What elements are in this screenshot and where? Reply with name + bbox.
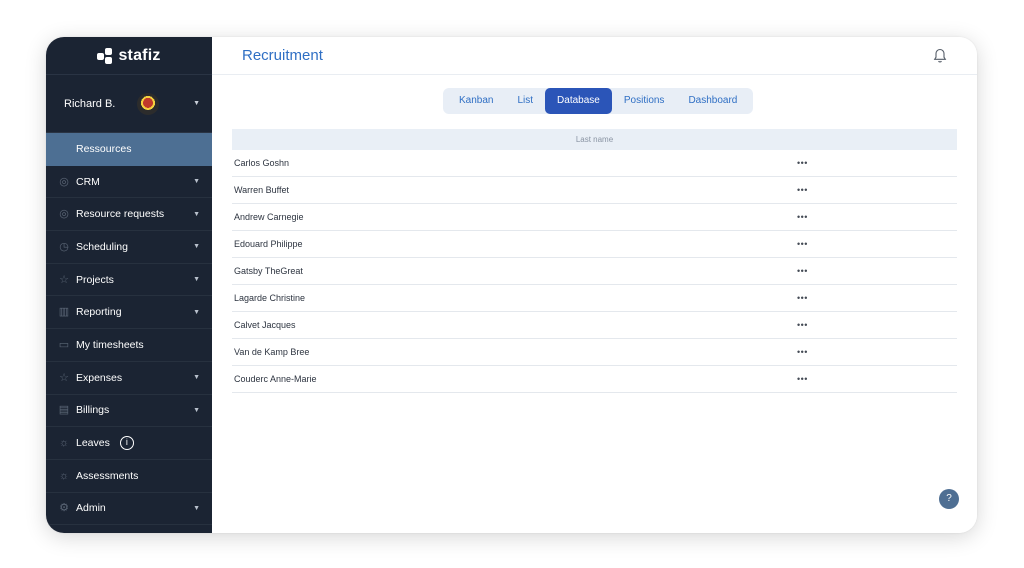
bell-icon[interactable] [933, 48, 947, 64]
sidebar-item-label: Leaves [76, 437, 110, 450]
chevron-down-icon: ▼ [193, 276, 200, 284]
tab-positions[interactable]: Positions [612, 88, 677, 114]
sun-icon: ☼ [58, 437, 70, 450]
table-row[interactable]: Warren Buffet ••• [232, 177, 957, 204]
chevron-down-icon: ▼ [193, 374, 200, 382]
tab-kanban[interactable]: Kanban [447, 88, 505, 114]
app-window: stafiz Richard B. ▼ Ressources ◎ CRM ▼ ◎ Reso… [46, 37, 977, 533]
tab-database[interactable]: Database [545, 88, 612, 114]
more-options-icon[interactable]: ••• [797, 212, 808, 222]
table-row[interactable]: Calvet Jacques ••• [232, 312, 957, 339]
more-options-icon[interactable]: ••• [797, 185, 808, 195]
table-row[interactable]: Lagarde Christine ••• [232, 285, 957, 312]
candidate-name[interactable]: Carlos Goshn [234, 158, 289, 168]
user-menu[interactable]: Richard B. ▼ [46, 75, 212, 133]
candidate-name[interactable]: Lagarde Christine [234, 293, 305, 303]
bar-chart-icon: ▥ [58, 306, 70, 319]
sidebar-item-admin[interactable]: ⚙ Admin ▼ [46, 493, 212, 526]
tab-list[interactable]: List [505, 88, 545, 114]
sidebar-item-ressources[interactable]: Ressources [46, 133, 212, 166]
more-options-icon[interactable]: ••• [797, 158, 808, 168]
page-title: Recruitment [242, 47, 323, 64]
chevron-down-icon: ▼ [193, 100, 200, 107]
candidate-name[interactable]: Calvet Jacques [234, 320, 296, 330]
sidebar: stafiz Richard B. ▼ Ressources ◎ CRM ▼ ◎ Reso… [46, 37, 212, 533]
top-bar: Recruitment [212, 37, 977, 75]
table-row[interactable]: Edouard Philippe ••• [232, 231, 957, 258]
document-icon: ▤ [58, 404, 70, 417]
chevron-down-icon: ▼ [193, 504, 200, 512]
chevron-down-icon: ▼ [193, 210, 200, 218]
more-options-icon[interactable]: ••• [797, 347, 808, 357]
table-body: Carlos Goshn ••• Warren Buffet ••• Andrew Ca… [232, 150, 957, 393]
people-icon [58, 143, 70, 155]
sidebar-item-resource-requests[interactable]: ◎ Resource requests ▼ [46, 198, 212, 232]
chevron-down-icon: ▼ [193, 243, 200, 251]
view-tabs: Kanban List Database Positions Dashboard [443, 88, 754, 114]
star-icon: ☆ [59, 273, 69, 286]
candidate-name[interactable]: Gatsby TheGreat [234, 266, 303, 276]
gear-icon: ⚙ [59, 502, 69, 515]
main-content: Recruitment Kanban List Database Positions D… [212, 37, 977, 533]
sidebar-item-label: Projects [76, 273, 114, 286]
more-options-icon[interactable]: ••• [797, 266, 808, 276]
clock-icon: ◷ [59, 240, 69, 253]
sidebar-item-billings[interactable]: ▤ Billings ▼ [46, 395, 212, 428]
avatar [137, 92, 160, 115]
tab-dashboard[interactable]: Dashboard [676, 88, 749, 114]
sidebar-item-reporting[interactable]: ▥ Reporting ▼ [46, 296, 212, 330]
column-header-last-name[interactable]: Last name [232, 129, 957, 150]
user-circle-icon: ◎ [59, 175, 69, 188]
sidebar-item-label: Expenses [76, 371, 123, 384]
sidebar-nav: Ressources ◎ CRM ▼ ◎ Resource requests ▼ ◷ Sched… [46, 133, 212, 533]
more-options-icon[interactable]: ••• [797, 374, 808, 384]
candidate-name[interactable]: Van de Kamp Bree [234, 347, 309, 357]
sidebar-item-assessments[interactable]: ☼ Assessments [46, 460, 212, 493]
more-options-icon[interactable]: ••• [797, 320, 808, 330]
sidebar-item-scheduling[interactable]: ◷ Scheduling ▼ [46, 231, 212, 264]
sidebar-item-label: Billings [76, 404, 110, 417]
logo[interactable]: stafiz [46, 37, 212, 75]
sidebar-item-label: My timesheets [76, 338, 144, 351]
sidebar-item-leaves[interactable]: ☼ Leaves i [46, 427, 212, 460]
table-row[interactable]: Couderc Anne-Marie ••• [232, 366, 957, 393]
brand-name: stafiz [118, 46, 161, 64]
sidebar-item-label: Scheduling [76, 240, 128, 253]
sidebar-item-expenses[interactable]: ☆ Expenses ▼ [46, 362, 212, 395]
sidebar-item-projects[interactable]: ☆ Projects ▼ [46, 264, 212, 297]
sidebar-item-crm[interactable]: ◎ CRM ▼ [46, 166, 212, 199]
sidebar-item-label: Resource requests [76, 208, 165, 221]
info-icon[interactable]: i [119, 436, 134, 451]
chevron-down-icon: ▼ [193, 178, 200, 186]
candidate-name[interactable]: Andrew Carnegie [234, 212, 304, 222]
candidate-name[interactable]: Warren Buffet [234, 185, 289, 195]
candidates-table: Last name Carlos Goshn ••• Warren Buffet ••… [232, 129, 957, 393]
sidebar-item-label: Ressources [76, 142, 132, 155]
help-button[interactable]: ? [939, 489, 959, 509]
sidebar-item-label: Assessments [76, 469, 139, 482]
sidebar-item-label: CRM [76, 175, 100, 188]
sidebar-item-label: Admin [76, 502, 106, 515]
sidebar-item-label: Reporting [76, 306, 122, 319]
stafiz-logo-icon [97, 47, 113, 64]
candidate-name[interactable]: Couderc Anne-Marie [234, 374, 317, 384]
calendar-icon: ▭ [58, 338, 70, 351]
table-row[interactable]: Carlos Goshn ••• [232, 150, 957, 177]
chevron-down-icon: ▼ [193, 406, 200, 414]
more-options-icon[interactable]: ••• [797, 239, 808, 249]
chevron-down-icon: ▼ [193, 308, 200, 316]
user-name: Richard B. [64, 97, 116, 110]
more-options-icon[interactable]: ••• [797, 293, 808, 303]
table-row[interactable]: Gatsby TheGreat ••• [232, 258, 957, 285]
candidate-name[interactable]: Edouard Philippe [234, 239, 303, 249]
user-circle-icon: ◎ [59, 208, 69, 221]
table-row[interactable]: Andrew Carnegie ••• [232, 204, 957, 231]
table-row[interactable]: Van de Kamp Bree ••• [232, 339, 957, 366]
sun-icon: ☼ [58, 469, 70, 482]
sidebar-item-my-timesheets[interactable]: ▭ My timesheets [46, 329, 212, 362]
star-icon: ☆ [59, 371, 69, 384]
